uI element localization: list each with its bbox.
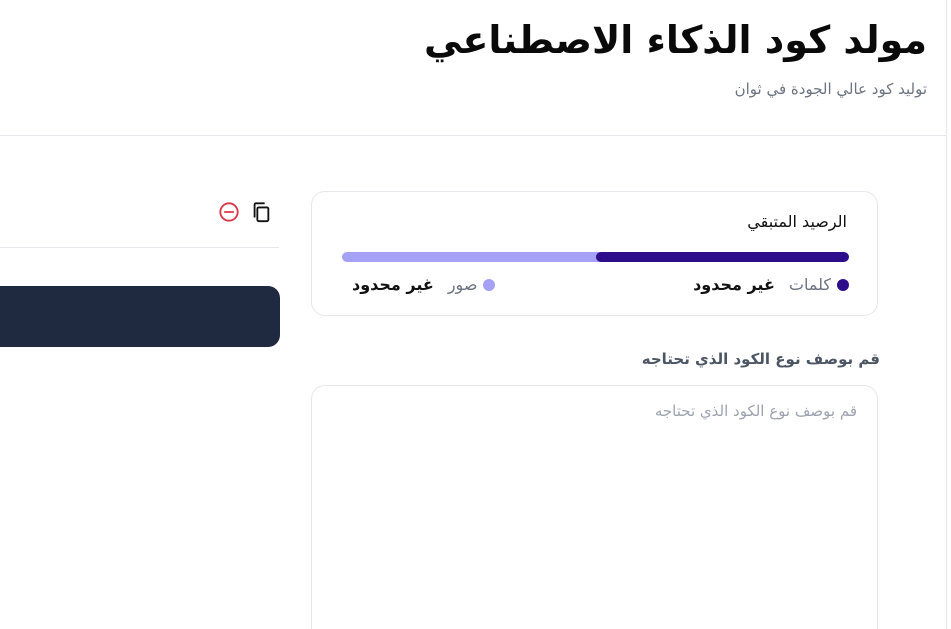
legend-words: كلمات غير محدود <box>693 275 849 294</box>
prompt-textarea[interactable] <box>311 385 878 629</box>
page-subtitle: توليد كود عالي الجودة في ثوان <box>734 80 927 98</box>
words-label: كلمات <box>788 275 831 294</box>
prompt-label: قم بوصف نوع الكود الذي تحتاجه <box>641 350 880 368</box>
credits-card: الرصيد المتبقي كلمات غير محدود صور غير م… <box>311 191 878 316</box>
words-value: غير محدود <box>693 275 775 294</box>
code-output-panel[interactable] <box>0 286 280 347</box>
page: مولد كود الذكاء الاصطناعي توليد كود عالي… <box>0 0 951 629</box>
output-toolbar <box>0 195 279 248</box>
page-title: مولد كود الذكاء الاصطناعي <box>424 18 927 62</box>
credits-title: الرصيد المتبقي <box>747 212 847 231</box>
legend-images: صور غير محدود <box>352 275 496 294</box>
minus-circle-icon <box>219 202 239 222</box>
page-header: مولد كود الذكاء الاصطناعي توليد كود عالي… <box>0 0 947 136</box>
copy-icon <box>253 202 270 223</box>
images-value: غير محدود <box>352 275 434 294</box>
images-dot-icon <box>483 278 496 291</box>
clear-button[interactable] <box>216 199 242 225</box>
credits-progress-bar <box>342 252 849 262</box>
copy-button[interactable] <box>248 199 274 225</box>
images-label: صور <box>447 275 478 294</box>
words-progress-fill <box>595 252 849 262</box>
words-dot-icon <box>837 278 849 291</box>
